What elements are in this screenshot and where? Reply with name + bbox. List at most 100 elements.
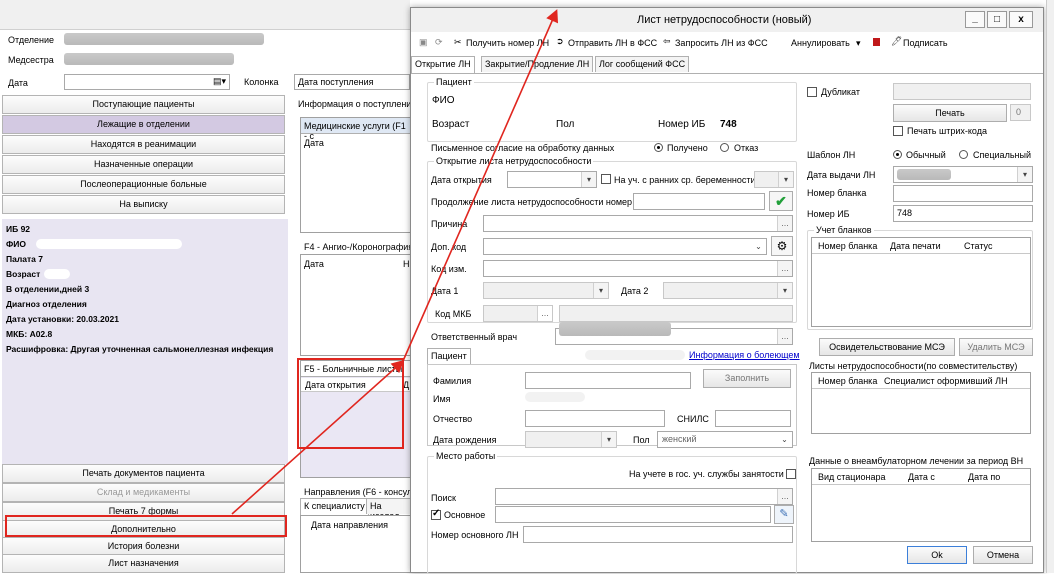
calendar-icon[interactable]: ▤▾ [213,76,226,87]
surname-input[interactable] [525,372,691,389]
patronymic-label: Отчество [433,414,473,424]
ellipsis-icon[interactable]: … [777,261,792,276]
right-scrollbar[interactable] [1046,0,1054,573]
close-button[interactable]: x [1009,11,1033,28]
services-col-date: Дата [304,138,324,148]
nav-inpatients[interactable]: Лежащие в отделении [2,115,285,134]
nav-operations[interactable]: Назначенные операции [2,155,285,174]
maximize-button[interactable]: □ [987,11,1007,28]
ib2-label: Номер ИБ [807,209,850,219]
ill-info-link[interactable]: Информация о болеющем [689,350,800,360]
ellipsis-icon[interactable]: … [777,489,792,504]
open-date-input[interactable]: ▾ [507,171,597,188]
nav-admitted[interactable]: Поступающие пациенты [2,95,285,114]
employment-checkbox[interactable] [786,469,796,479]
directions-grid: Дата направления [300,515,412,573]
stop-icon[interactable] [873,38,880,46]
employment-label: На учете в гос. уч. службы занятости [629,469,784,479]
tpl-special-radio[interactable] [959,150,968,159]
tab-close-extend[interactable]: Закрытие/Продление ЛН [481,56,594,72]
early-preg-select[interactable]: ▾ [754,171,794,188]
chevron-down-icon[interactable]: ▾ [856,38,861,49]
surname-label: Фамилия [433,376,472,386]
tpl-normal-radio[interactable] [893,150,902,159]
snils-input[interactable] [715,410,791,427]
minimize-button[interactable]: _ [965,11,985,28]
duplicate-checkbox[interactable] [807,87,817,97]
ok-button[interactable]: Ok [907,546,967,564]
nav-postop[interactable]: Послеоперационные больные [2,175,285,194]
continuation-input[interactable] [633,193,765,210]
sign-button[interactable]: Подписать [903,38,948,48]
date2-input[interactable]: ▾ [663,282,793,299]
mse-button[interactable]: Освидетельствование МСЭ [819,338,955,356]
print-count-input[interactable]: 0 [1010,104,1031,121]
early-preg-label: На уч. с ранних ср. беременности [614,175,756,185]
duplicate-label: Дубликат [821,87,860,97]
sex2-select[interactable]: женский ⌄ [657,431,793,448]
edit-icon[interactable]: ✎ [774,505,794,524]
send-to-fss-button[interactable]: Отправить ЛН в ФСС [568,38,657,48]
save-icon[interactable]: ▣ [419,37,428,48]
patient-subtab[interactable]: Пациент [427,348,471,364]
refresh-icon[interactable]: ⟳ [435,37,443,48]
ib2-input[interactable]: 748 [893,205,1033,222]
tab-to-specialist[interactable]: К специалисту [300,498,369,515]
blank-no-label: Номер бланка [807,188,867,198]
ellipsis-icon[interactable]: … [537,306,552,321]
dlg-fio-label: ФИО [432,95,455,106]
search-input[interactable]: … [495,488,793,505]
request-from-fss-button[interactable]: Запросить ЛН из ФСС [675,38,768,48]
tab-open[interactable]: Открытие ЛН [411,56,475,73]
chevron-down-icon[interactable]: ⌄ [777,432,792,447]
print-button[interactable]: Печать [893,104,1007,122]
chevron-down-icon[interactable]: ⌄ [751,239,766,254]
print-patient-docs-button[interactable]: Печать документов пациента [2,464,285,483]
birth-input[interactable]: ▾ [525,431,617,448]
date1-input[interactable]: ▾ [483,282,609,299]
cancel-button[interactable]: Отмена [973,546,1033,564]
change-code-input[interactable]: … [483,260,793,277]
tab-to-research[interactable]: На исслед [366,498,412,521]
nav-discharge[interactable]: На выписку [2,195,285,214]
sign-icon: 🖊 [891,36,903,46]
gear-icon[interactable]: ⚙ [771,236,793,256]
patronymic-input[interactable] [525,410,665,427]
blank-no-input[interactable] [893,185,1033,202]
tab-fss-log[interactable]: Лог сообщений ФСС [595,56,690,72]
blanks-grid: Номер бланка Дата печати Статус [811,237,1031,327]
consent-no-radio[interactable] [720,143,729,152]
reason-input[interactable]: … [483,215,793,232]
continuation-check-button[interactable]: ✔ [769,191,793,211]
resp-doctor-value [559,322,671,336]
fill-button[interactable]: Заполнить [703,369,791,388]
duplicate-input [893,83,1031,100]
main-number-input[interactable] [523,526,793,543]
consent-yes-radio[interactable] [654,143,663,152]
main-input[interactable] [495,506,771,523]
print-barcode-checkbox[interactable] [893,126,903,136]
template-label: Шаблон ЛН [807,150,856,160]
ellipsis-icon[interactable]: … [777,329,792,344]
delete-mse-button[interactable]: Удалить МСЭ [959,338,1033,356]
subtab-name-value [585,350,685,360]
chevron-down-icon[interactable]: ▾ [581,172,596,187]
column-select[interactable]: Дата поступления [294,74,410,90]
early-preg-checkbox[interactable] [601,174,611,184]
ellipsis-icon[interactable]: … [777,216,792,231]
date-input[interactable]: ▤▾ [64,74,230,90]
snils-label: СНИЛС [677,414,709,424]
main-checkbox[interactable] [431,508,441,520]
date1-label: Дата 1 [431,286,459,296]
chevron-down-icon[interactable]: ▾ [1017,167,1032,182]
outpatient-grid: Вид стационара Дата с Дата по [811,468,1031,542]
angio-title: F4 - Ангио-/Коронография [304,242,414,252]
nav-icu[interactable]: Находятся в реанимации [2,135,285,154]
tabs-baseline [411,73,1043,74]
tpl-special-label: Специальный [973,150,1031,160]
annul-button[interactable]: Аннулировать [791,38,850,48]
mkb-code-input[interactable]: … [483,305,553,322]
get-number-button[interactable]: Получить номер ЛН [466,38,549,48]
prescriptions-button[interactable]: Лист назначения [2,554,285,573]
add-code-select[interactable]: ⌄ [483,238,767,255]
